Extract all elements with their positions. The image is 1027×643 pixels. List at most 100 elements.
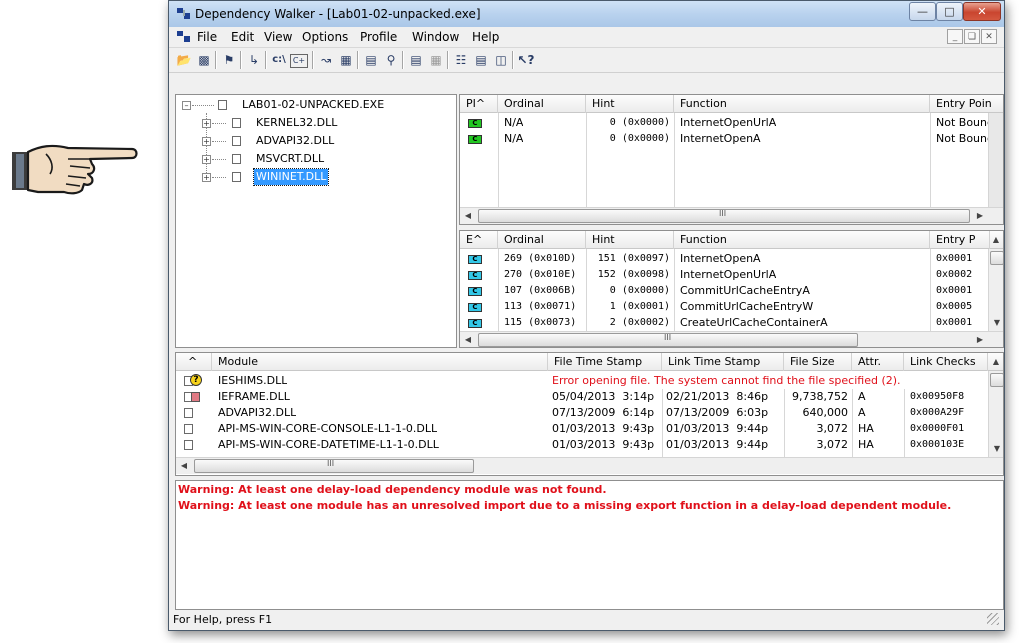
expand-icon[interactable]: + xyxy=(202,119,211,128)
expand-icon[interactable]: + xyxy=(202,173,211,182)
col-ordinal[interactable]: Ordinal xyxy=(498,95,586,113)
function-cell: InternetOpenA xyxy=(680,252,761,265)
resize-grip-icon[interactable] xyxy=(987,613,999,625)
menu-help[interactable]: Help xyxy=(472,30,499,44)
highlight-icon[interactable]: ↳ xyxy=(245,51,263,69)
menu-profile[interactable]: Profile xyxy=(360,30,397,44)
expand-icon[interactable]: + xyxy=(202,137,211,146)
scroll-right-icon[interactable]: ▶ xyxy=(972,332,988,347)
table-row[interactable]: API-MS-WIN-CORE-DATETIME-L1-1-0.DLL 01/0… xyxy=(176,437,988,453)
mdi-restore-button[interactable]: ❏ xyxy=(964,29,980,44)
file-time-stamp: 07/13/2009 6:14p xyxy=(552,406,655,419)
expand-icon[interactable]: + xyxy=(202,155,211,164)
mdi-close-button[interactable]: ✕ xyxy=(981,29,997,44)
menu-window[interactable]: Window xyxy=(412,30,459,44)
help-icon[interactable]: ↖? xyxy=(517,51,535,69)
scroll-thumb[interactable] xyxy=(990,373,1003,387)
view-full-paths-icon[interactable]: ▦ xyxy=(337,51,355,69)
scroll-down-icon[interactable]: ▼ xyxy=(989,315,1003,331)
menu-file[interactable]: File xyxy=(197,30,217,44)
log-warning: Warning: At least one module has an unre… xyxy=(178,499,952,512)
toolbar-separator xyxy=(402,51,404,69)
col-file-size[interactable]: File Size xyxy=(784,353,852,371)
mdi-minimize-button[interactable]: _ xyxy=(947,29,963,44)
col-entry-point[interactable]: Entry Poin xyxy=(930,95,1003,113)
scroll-left-icon[interactable]: ◀ xyxy=(460,208,476,224)
modules-hscroll[interactable]: ◀ III xyxy=(176,457,1003,474)
hint-cell: 152 (0x0098) xyxy=(597,269,670,280)
c-export-icon: C xyxy=(468,271,482,280)
close-button[interactable]: ✕ xyxy=(963,2,1001,21)
col-e[interactable]: E^ xyxy=(460,231,498,249)
imports-header: PI^ Ordinal Hint Function Entry Poin xyxy=(460,95,1003,113)
copy-icon[interactable]: ⚑ xyxy=(220,51,238,69)
col-ordinal[interactable]: Ordinal xyxy=(498,231,586,249)
col-attr[interactable]: Attr. xyxy=(852,353,904,371)
table-row[interactable]: ? IESHIMS.DLL Error opening file. The sy… xyxy=(176,373,988,389)
scroll-thumb[interactable] xyxy=(990,251,1003,265)
save-icon[interactable]: ▩ xyxy=(195,51,213,69)
table-row[interactable]: C N/A 0 (0x0000) InternetOpenA Not Bound xyxy=(460,131,1003,147)
table-row[interactable]: ADVAPI32.DLL 07/13/2009 6:14p 07/13/2009… xyxy=(176,405,988,421)
scroll-thumb[interactable]: III xyxy=(478,333,858,347)
col-sort[interactable]: ^ xyxy=(176,353,212,371)
exports-vscroll[interactable]: ▼ xyxy=(988,249,1003,331)
scroll-thumb[interactable]: III xyxy=(478,209,970,223)
delay-load-module-icon xyxy=(184,390,202,403)
minimize-button[interactable]: — xyxy=(909,2,936,21)
system-info-icon[interactable]: ▤ xyxy=(362,51,380,69)
menu-view[interactable]: View xyxy=(264,30,292,44)
col-pi[interactable]: PI^ xyxy=(460,95,498,113)
scroll-up-icon[interactable]: ▲ xyxy=(988,354,1003,370)
expand-all-icon[interactable]: ▦ xyxy=(427,51,445,69)
col-module[interactable]: Module xyxy=(212,353,548,371)
module-tree: – LAB01-02-UNPACKED.EXE + KERNEL32.DLL +… xyxy=(175,94,457,348)
entry-cell: 0x0001 xyxy=(936,253,973,264)
menu-edit[interactable]: Edit xyxy=(231,30,254,44)
table-row[interactable]: C 113 (0x0071) 1 (0x0001) CommitUrlCache… xyxy=(460,299,988,315)
col-file-time-stamp[interactable]: File Time Stamp xyxy=(548,353,662,371)
scroll-right-icon[interactable]: ▶ xyxy=(972,208,988,224)
columns-icon[interactable]: ◫ xyxy=(492,51,510,69)
modules-vscroll[interactable]: ▼ xyxy=(988,371,1003,457)
full-paths-icon[interactable]: c:\ xyxy=(270,51,288,69)
properties-icon[interactable]: ▤ xyxy=(407,51,425,69)
toolbar-separator xyxy=(447,51,449,69)
open-icon[interactable]: 📂 xyxy=(175,51,193,69)
entry-cell: 0x0001 xyxy=(936,285,973,296)
scroll-left-icon[interactable]: ◀ xyxy=(176,458,192,474)
table-row[interactable]: C 270 (0x010E) 152 (0x0098) InternetOpen… xyxy=(460,267,988,283)
scroll-thumb[interactable]: III xyxy=(194,459,474,473)
table-row[interactable]: API-MS-WIN-CORE-CONSOLE-L1-1-0.DLL 01/03… xyxy=(176,421,988,437)
table-row[interactable]: IEFRAME.DLL 05/04/2013 3:14p 02/21/2013 … xyxy=(176,389,988,405)
col-hint[interactable]: Hint xyxy=(586,231,674,249)
collapse-all-icon[interactable]: ☷ xyxy=(452,51,470,69)
table-row[interactable]: C 107 (0x006B) 0 (0x0000) CommitUrlCache… xyxy=(460,283,988,299)
col-hint[interactable]: Hint xyxy=(586,95,674,113)
col-function[interactable]: Function xyxy=(674,231,930,249)
table-row[interactable]: C N/A 0 (0x0000) InternetOpenUrlA Not Bo… xyxy=(460,115,1003,131)
scroll-up-icon[interactable]: ▲ xyxy=(988,232,1003,248)
col-link-time-stamp[interactable]: Link Time Stamp xyxy=(662,353,784,371)
col-entry-point[interactable]: Entry P xyxy=(930,231,990,249)
col-link-checks[interactable]: Link Checks xyxy=(904,353,988,371)
menu-options[interactable]: Options xyxy=(302,30,348,44)
scroll-down-icon[interactable]: ▼ xyxy=(989,441,1003,457)
tree-line xyxy=(212,177,226,178)
function-cell: CommitUrlCacheEntryA xyxy=(680,284,810,297)
hint-cell: 0 (0x0000) xyxy=(609,133,670,144)
auto-expand-icon[interactable]: ↝ xyxy=(317,51,335,69)
scroll-left-icon[interactable]: ◀ xyxy=(460,332,476,347)
table-row[interactable]: C 115 (0x0073) 2 (0x0002) CreateUrlCache… xyxy=(460,315,988,331)
col-function[interactable]: Function xyxy=(674,95,930,113)
split-icon[interactable]: ▤ xyxy=(472,51,490,69)
imports-vscroll[interactable] xyxy=(988,113,1003,209)
imports-hscroll[interactable]: ◀ III ▶ xyxy=(460,207,1003,224)
undecorate-cpp-icon[interactable]: C+ xyxy=(290,54,308,68)
maximize-button[interactable]: □ xyxy=(936,2,963,21)
modules-list: ^ Module File Time Stamp Link Time Stamp… xyxy=(175,352,1004,476)
collapse-icon[interactable]: – xyxy=(182,101,191,110)
exports-hscroll[interactable]: ◀ III ▶ xyxy=(460,331,1003,347)
table-row[interactable]: C 269 (0x010D) 151 (0x0097) InternetOpen… xyxy=(460,251,988,267)
find-icon[interactable]: ⚲ xyxy=(382,51,400,69)
